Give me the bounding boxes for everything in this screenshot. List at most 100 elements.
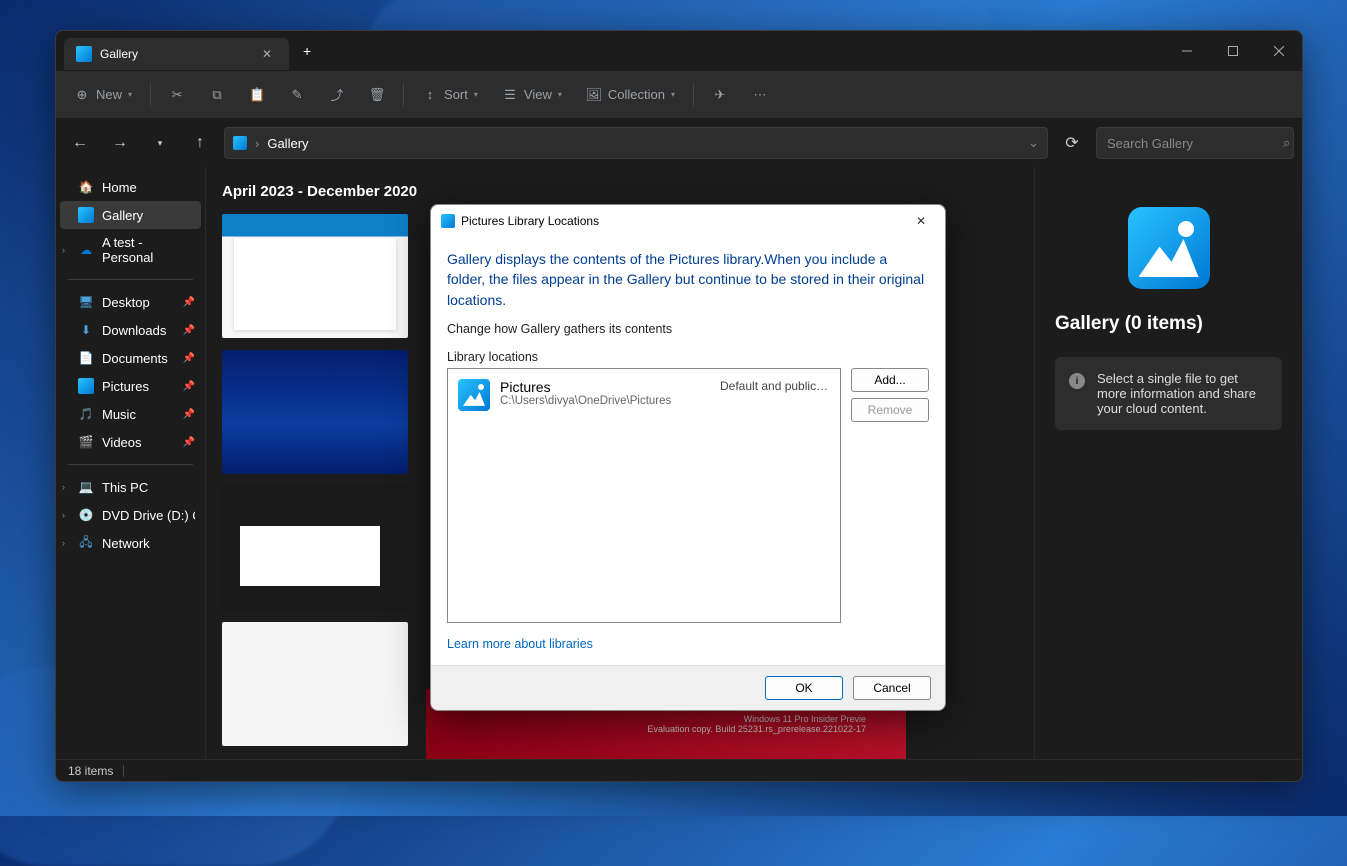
more-button[interactable]: ⋯: [742, 81, 778, 109]
sidebar-item-network[interactable]: ›🖧Network: [56, 529, 205, 557]
date-group-header: April 2023 - December 2020: [222, 183, 1018, 200]
paste-button[interactable]: 📋: [239, 81, 275, 109]
view-icon: ☰: [502, 87, 518, 103]
sidebar-item-documents[interactable]: 📄Documents📌: [56, 344, 205, 372]
search-input[interactable]: [1107, 136, 1283, 151]
back-button[interactable]: ←: [64, 127, 96, 159]
up-button[interactable]: ↑: [184, 127, 216, 159]
send-button[interactable]: ✈: [702, 81, 738, 109]
window-controls: [1164, 31, 1302, 71]
sort-button[interactable]: ↕Sort▾: [412, 81, 488, 109]
sidebar-item-dvd[interactable]: ›💿DVD Drive (D:) CCC: [56, 501, 205, 529]
delete-button[interactable]: 🗑: [359, 81, 395, 109]
gallery-icon: [233, 136, 247, 150]
trash-icon: 🗑: [369, 87, 385, 103]
dialog-subtitle: Change how Gallery gathers its contents: [447, 322, 929, 336]
minimize-button[interactable]: [1164, 31, 1210, 71]
learn-more-link[interactable]: Learn more about libraries: [447, 637, 593, 651]
library-item[interactable]: Pictures C:\Users\divya\OneDrive\Picture…: [454, 375, 834, 415]
new-tab-button[interactable]: +: [289, 43, 325, 59]
watermark-text: Evaluation copy. Build 25231.rs_prerelea…: [466, 724, 866, 734]
sidebar-item-videos[interactable]: 🎬Videos📌: [56, 428, 205, 456]
rename-icon: ✎: [289, 87, 305, 103]
documents-icon: 📄: [78, 350, 94, 366]
sidebar-item-home[interactable]: 🏠Home: [56, 173, 205, 201]
sidebar-item-onedrive[interactable]: ›☁A test - Personal: [56, 229, 205, 271]
library-item-name: Pictures: [500, 379, 710, 395]
collection-button[interactable]: 🖼Collection▾: [576, 81, 685, 109]
sidebar-item-downloads[interactable]: ⬇Downloads📌: [56, 316, 205, 344]
tab-close-button[interactable]: ✕: [257, 47, 277, 61]
chevron-down-icon: ▾: [474, 90, 478, 99]
remove-button[interactable]: Remove: [851, 398, 929, 422]
pin-icon: 📌: [183, 297, 195, 308]
breadcrumb-location: Gallery: [267, 136, 308, 151]
sidebar-item-thispc[interactable]: ›💻This PC: [56, 473, 205, 501]
cut-button[interactable]: ✂: [159, 81, 195, 109]
sidebar: 🏠Home Gallery ›☁A test - Personal 🖥Deskt…: [56, 167, 206, 759]
pictures-icon: [78, 378, 94, 394]
maximize-button[interactable]: [1210, 31, 1256, 71]
chevron-right-icon[interactable]: ›: [62, 482, 65, 492]
ellipsis-icon: ⋯: [752, 87, 768, 103]
chevron-right-icon[interactable]: ›: [62, 245, 65, 255]
dialog-body: Gallery displays the contents of the Pic…: [431, 237, 945, 665]
rename-button[interactable]: ✎: [279, 81, 315, 109]
tab-gallery[interactable]: Gallery ✕: [64, 38, 289, 70]
copy-button[interactable]: ⧉: [199, 81, 235, 109]
dialog-label: Library locations: [447, 350, 929, 364]
forward-button[interactable]: →: [104, 127, 136, 159]
cancel-button[interactable]: Cancel: [853, 676, 931, 700]
chevron-right-icon[interactable]: ›: [62, 510, 65, 520]
thumbnail-item[interactable]: [222, 350, 408, 474]
close-button[interactable]: [1256, 31, 1302, 71]
recent-button[interactable]: ▾: [144, 127, 176, 159]
library-item-path: C:\Users\divya\OneDrive\Pictures: [500, 395, 710, 407]
pin-icon: 📌: [183, 409, 195, 420]
view-button[interactable]: ☰View▾: [492, 81, 572, 109]
ok-button[interactable]: OK: [765, 676, 843, 700]
gallery-large-icon: [1128, 207, 1210, 289]
statusbar: 18 items: [56, 759, 1302, 781]
computer-icon: 💻: [78, 479, 94, 495]
breadcrumb[interactable]: › Gallery ⌄: [224, 127, 1048, 159]
details-info-box: i Select a single file to get more infor…: [1055, 357, 1282, 430]
dialog-intro-text: Gallery displays the contents of the Pic…: [447, 249, 929, 310]
watermark-text: Windows 11 Pro Insider Previe: [466, 714, 866, 724]
search-icon[interactable]: ⌕: [1283, 135, 1290, 151]
refresh-button[interactable]: ⟳: [1056, 127, 1088, 159]
toolbar: ⊕New▾ ✂ ⧉ 📋 ✎ ⤴ 🗑 ↕Sort▾ ☰View▾ 🖼Collect…: [56, 71, 1302, 119]
details-panel: Gallery (0 items) i Select a single file…: [1034, 167, 1302, 759]
nav-row: ← → ▾ ↑ › Gallery ⌄ ⟳ ⌕: [56, 119, 1302, 167]
add-button[interactable]: Add...: [851, 368, 929, 392]
chevron-right-icon[interactable]: ›: [62, 538, 65, 548]
chevron-down-icon[interactable]: ⌄: [1028, 135, 1039, 151]
library-list[interactable]: Pictures C:\Users\divya\OneDrive\Picture…: [447, 368, 841, 623]
pictures-icon: [441, 214, 455, 228]
dialog-close-button[interactable]: ✕: [907, 214, 935, 228]
search-box[interactable]: ⌕: [1096, 127, 1294, 159]
thumbnail-item[interactable]: [222, 214, 408, 338]
sidebar-item-desktop[interactable]: 🖥Desktop📌: [56, 288, 205, 316]
details-info-text: Select a single file to get more informa…: [1097, 371, 1268, 416]
thumbnail-item[interactable]: [222, 486, 408, 610]
details-title: Gallery (0 items): [1055, 313, 1203, 335]
pin-icon: 📌: [183, 437, 195, 448]
cloud-icon: ☁: [78, 242, 94, 258]
network-icon: 🖧: [78, 535, 94, 551]
library-locations-dialog: Pictures Library Locations ✕ Gallery dis…: [430, 204, 946, 711]
new-button[interactable]: ⊕New▾: [64, 81, 142, 109]
chevron-down-icon: ▾: [128, 90, 132, 99]
thumbnail-item[interactable]: [222, 622, 408, 746]
sidebar-item-gallery[interactable]: Gallery: [60, 201, 201, 229]
dialog-title: Pictures Library Locations: [461, 214, 599, 228]
pin-icon: 📌: [183, 353, 195, 364]
copy-icon: ⧉: [209, 87, 225, 103]
share-button[interactable]: ⤴: [319, 81, 355, 109]
download-icon: ⬇: [78, 322, 94, 338]
sidebar-item-music[interactable]: 🎵Music📌: [56, 400, 205, 428]
library-item-tag: Default and public s...: [720, 379, 830, 393]
sidebar-item-pictures[interactable]: Pictures📌: [56, 372, 205, 400]
share-icon: ⤴: [329, 87, 345, 103]
chevron-down-icon: ▾: [558, 90, 562, 99]
